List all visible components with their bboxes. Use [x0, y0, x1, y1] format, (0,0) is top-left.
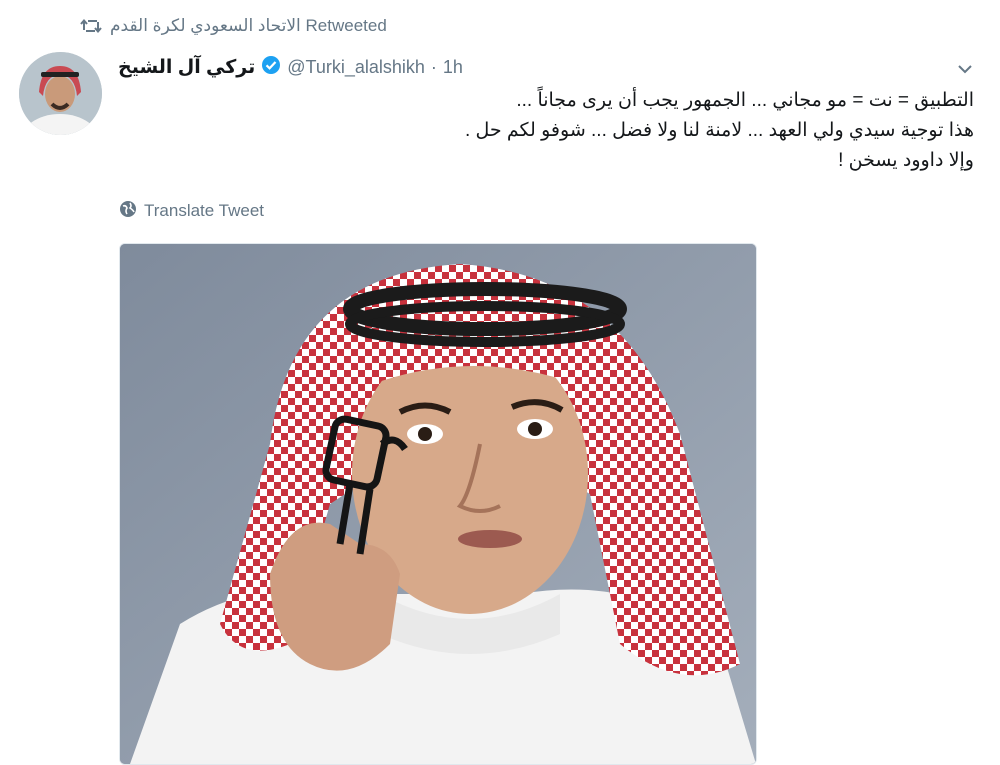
tweet-photo[interactable] — [119, 243, 757, 765]
translate-tweet-link[interactable]: Translate Tweet — [119, 199, 264, 223]
retweet-context[interactable]: الاتحاد السعودي لكرة القدم Retweeted — [80, 14, 387, 38]
separator-dot: · — [430, 56, 437, 77]
tweet-line: هذا توجية سيدي ولي العهد ... لامنة لنا و… — [464, 120, 974, 141]
tweet-line: التطبيق = نت = مو مجاني ... الجمهور يجب … — [516, 90, 974, 111]
chevron-down-icon[interactable] — [954, 58, 976, 80]
verified-badge-icon — [261, 55, 281, 80]
tweet-header: تركي آل الشيخ @Turki_alalshikh · 1h — [118, 52, 463, 82]
translate-label[interactable]: Translate Tweet — [144, 201, 264, 221]
user-handle[interactable]: @Turki_alalshikh — [287, 57, 425, 78]
avatar[interactable] — [19, 52, 102, 135]
retweet-label[interactable]: الاتحاد السعودي لكرة القدم Retweeted — [110, 16, 387, 36]
tweet-timestamp[interactable]: 1h — [443, 57, 463, 78]
display-name[interactable]: تركي آل الشيخ — [118, 56, 255, 79]
tweet-text: التطبيق = نت = مو مجاني ... الجمهور يجب … — [114, 86, 974, 176]
globe-icon — [119, 200, 137, 223]
tweet-line: وإلا داوود يسخن ! — [838, 150, 974, 171]
retweet-icon — [80, 18, 102, 34]
